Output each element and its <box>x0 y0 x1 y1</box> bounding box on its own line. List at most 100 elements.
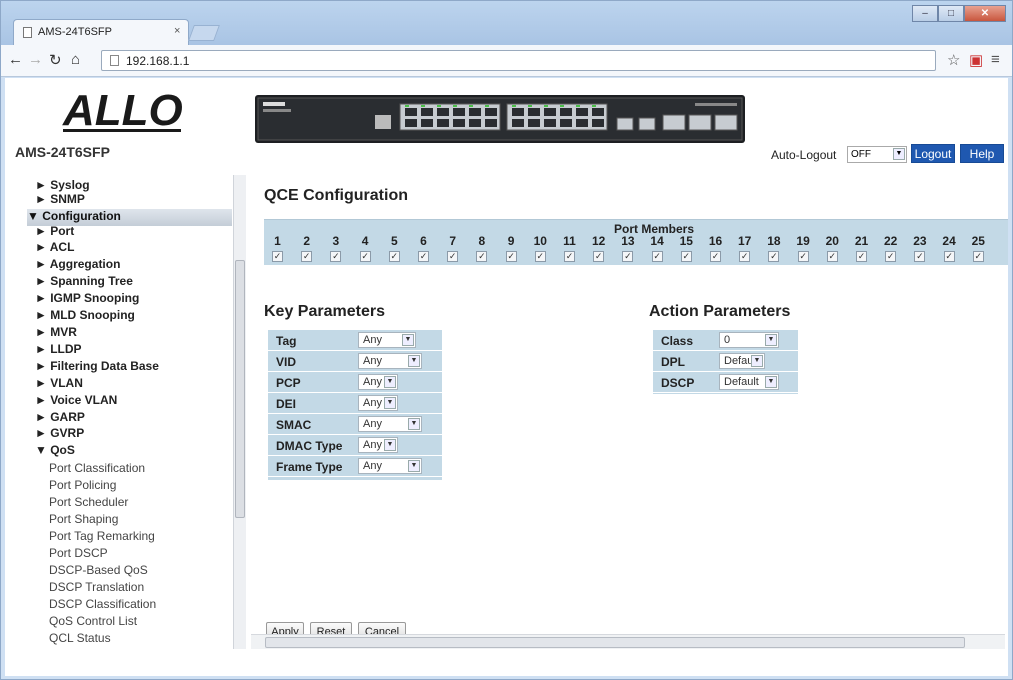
port-checkbox[interactable]: ✓ <box>622 251 634 262</box>
address-bar[interactable]: 192.168.1.1 <box>101 50 936 71</box>
sidebar-scrollbar[interactable] <box>233 175 246 649</box>
port-checkbox[interactable]: ✓ <box>768 251 780 262</box>
sidebar-item[interactable]: Port Policing <box>49 478 116 495</box>
port-number: 16 <box>708 234 723 248</box>
sidebar-item[interactable]: Port DSCP <box>49 546 108 563</box>
port-checkbox[interactable]: ✓ <box>651 251 663 262</box>
parameter-select[interactable]: Default ▼ <box>719 353 765 369</box>
port-checkbox[interactable]: ✓ <box>418 251 429 262</box>
sidebar-item[interactable]: QoS Control List <box>49 614 137 631</box>
horizontal-scrollbar[interactable] <box>251 634 1005 649</box>
port-checkbox[interactable]: ✓ <box>564 251 575 262</box>
port-checkbox[interactable]: ✓ <box>505 251 517 262</box>
parameter-select[interactable]: Any ▼ <box>358 395 398 411</box>
parameter-select[interactable]: Any ▼ <box>358 332 416 348</box>
port-checkbox[interactable]: ✓ <box>943 251 955 262</box>
port-checkbox[interactable]: ✓ <box>476 251 488 262</box>
star-icon[interactable]: ☆ <box>947 51 960 69</box>
port-checkbox[interactable]: ✓ <box>885 251 897 262</box>
port-checkbox[interactable]: ✓ <box>388 251 400 262</box>
reload-icon[interactable]: ↻ <box>49 51 62 69</box>
port-checkbox[interactable]: ✓ <box>710 251 721 262</box>
parameter-select[interactable]: Default ▼ <box>719 374 779 390</box>
sidebar-item[interactable]: DSCP Translation <box>49 580 144 597</box>
extension-icon[interactable]: ▣ <box>969 51 983 69</box>
sidebar-item[interactable]: ► MLD Snooping <box>35 308 135 325</box>
maximize-icon[interactable]: □ <box>938 5 964 22</box>
sidebar-item[interactable]: Port Shaping <box>49 512 118 529</box>
port-checkbox[interactable]: ✓ <box>972 251 984 262</box>
sidebar-item[interactable]: ► IGMP Snooping <box>35 291 139 308</box>
port-checkbox[interactable]: ✓ <box>826 251 838 262</box>
port-checkbox[interactable]: ✓ <box>593 251 605 262</box>
sidebar-item[interactable]: Port Tag Remarking <box>49 529 155 546</box>
sidebar-item[interactable]: ► Voice VLAN <box>35 393 117 410</box>
port-checkbox[interactable]: ✓ <box>797 251 809 262</box>
horizontal-scroll-thumb[interactable] <box>265 637 965 648</box>
logout-button[interactable]: Logout <box>911 144 955 163</box>
port-number: 22 <box>884 234 898 248</box>
port-number: 9 <box>507 234 515 248</box>
parameter-select[interactable]: Any ▼ <box>358 416 422 432</box>
sidebar-item[interactable]: ► SNMP <box>35 192 85 209</box>
help-button[interactable]: Help <box>960 144 1004 163</box>
chevron-down-icon: ▼ <box>408 418 420 430</box>
sidebar-item[interactable]: DSCP Classification <box>49 597 156 614</box>
sidebar-item[interactable]: ▼ QoS <box>35 443 75 460</box>
parameter-value: Any <box>363 397 382 409</box>
sidebar-item[interactable]: ► Port <box>35 224 74 241</box>
sidebar-item[interactable]: ► Spanning Tree <box>35 274 133 291</box>
sidebar-item[interactable]: ► Aggregation <box>35 257 120 274</box>
sidebar-item[interactable]: Port Classification <box>49 461 145 478</box>
port-number: 18 <box>767 234 781 248</box>
port-checkbox[interactable]: ✓ <box>447 251 459 262</box>
minimize-icon[interactable]: – <box>912 5 938 22</box>
browser-window: AMS-24T6SFP × – □ ✕ ← → ↻ ⌂ 192.168.1.1 … <box>0 0 1013 680</box>
sidebar-item[interactable]: ► ACL <box>35 240 74 257</box>
port-number: 5 <box>390 234 398 248</box>
forward-icon[interactable]: → <box>28 51 43 68</box>
port-number: 24 <box>942 234 956 248</box>
port-number: 12 <box>592 234 606 248</box>
port-checkbox[interactable]: ✓ <box>330 251 342 262</box>
port-checkbox[interactable]: ✓ <box>739 251 751 262</box>
port-number: 7 <box>449 234 457 248</box>
port-checkbox[interactable]: ✓ <box>914 251 926 262</box>
back-icon[interactable]: ← <box>8 51 23 68</box>
parameter-select[interactable]: Any ▼ <box>358 374 398 390</box>
port-checkbox[interactable]: ✓ <box>680 251 692 262</box>
close-window-icon[interactable]: ✕ <box>964 5 1006 22</box>
page-favicon-icon <box>23 27 32 38</box>
port-checkbox[interactable]: ✓ <box>359 251 371 262</box>
sidebar-item[interactable]: DSCP-Based QoS <box>49 563 148 580</box>
sidebar-item[interactable]: ► LLDP <box>35 342 82 359</box>
parameter-row: DEI Any ▼ <box>268 393 442 414</box>
sidebar-item[interactable]: QCL Status <box>49 631 111 648</box>
sidebar-item[interactable]: ► VLAN <box>35 376 83 393</box>
sidebar-item[interactable]: ► MVR <box>35 325 77 342</box>
port-number: 6 <box>420 234 427 248</box>
port-checkbox[interactable]: ✓ <box>856 251 867 262</box>
port-member-cell: 12 ✓ <box>585 220 612 266</box>
sidebar-item[interactable]: ► GVRP <box>35 426 84 443</box>
sidebar-item[interactable]: ► Filtering Data Base <box>35 359 159 376</box>
menu-icon[interactable]: ≡ <box>991 51 1000 68</box>
port-checkbox[interactable]: ✓ <box>534 251 546 262</box>
auto-logout-select[interactable]: OFF ▼ <box>847 146 907 163</box>
home-icon[interactable]: ⌂ <box>71 51 80 68</box>
parameter-select[interactable]: 0 ▼ <box>719 332 779 348</box>
port-checkbox[interactable]: ✓ <box>301 251 313 262</box>
parameter-select[interactable]: Any ▼ <box>358 458 422 474</box>
port-checkbox[interactable]: ✓ <box>272 251 283 262</box>
port-member-cell: 7 ✓ <box>439 220 466 266</box>
parameter-select[interactable]: Any ▼ <box>358 437 398 453</box>
parameter-row: DMAC Type Any ▼ <box>268 435 442 456</box>
parameter-select[interactable]: Any ▼ <box>358 353 422 369</box>
sidebar-item[interactable]: ► GARP <box>35 410 85 427</box>
page-icon <box>110 55 119 66</box>
tab-close-icon[interactable]: × <box>174 25 180 37</box>
new-tab-button[interactable] <box>188 25 220 41</box>
sidebar-scroll-thumb[interactable] <box>235 260 245 518</box>
sidebar-item[interactable]: Port Scheduler <box>49 495 128 512</box>
browser-tab[interactable]: AMS-24T6SFP × <box>13 19 189 45</box>
